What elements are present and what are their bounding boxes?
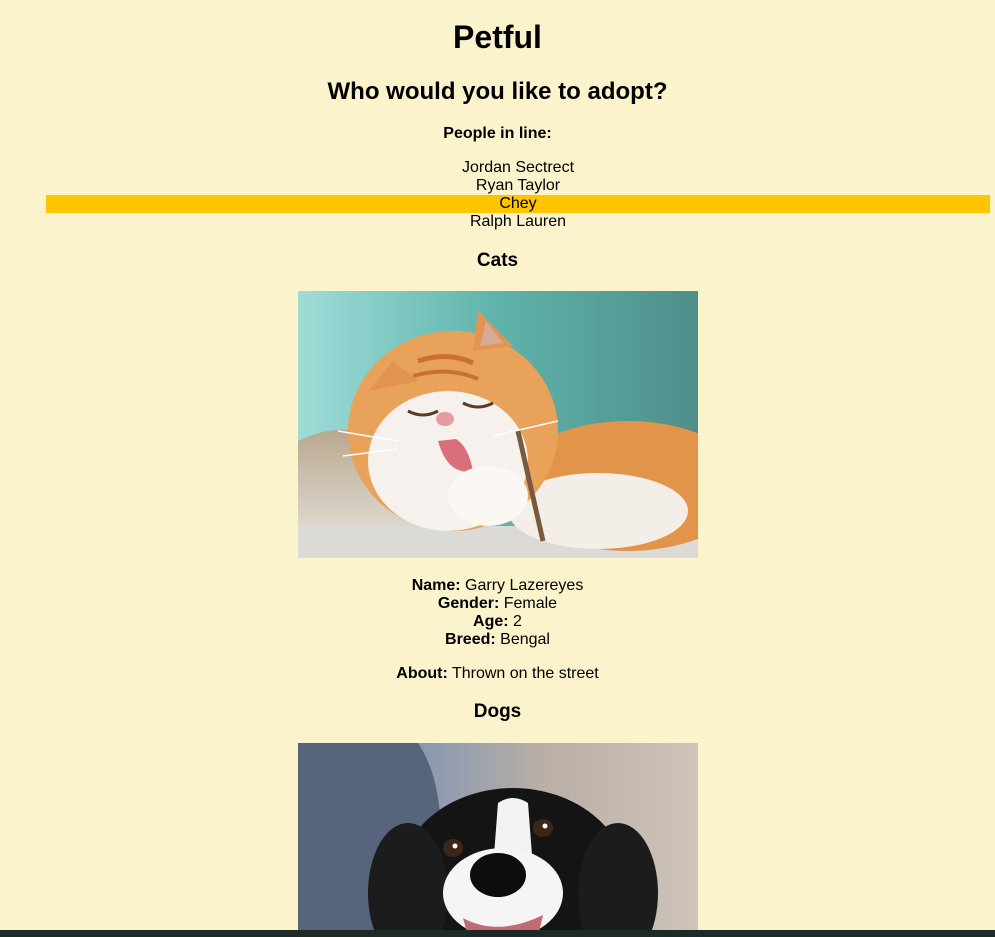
cat-breed-label: Breed: xyxy=(445,631,496,648)
queue-person: Ryan Taylor xyxy=(475,177,561,194)
cat-breed-value: Bengal xyxy=(500,631,550,648)
people-in-line-heading: People in line: xyxy=(443,125,552,142)
people-queue-list: Jordan Sectrect Ryan Taylor Chey Ralph L… xyxy=(46,159,990,231)
cat-name-label: Name: xyxy=(411,577,461,594)
orange-white-cat-photo-icon xyxy=(298,291,698,558)
black-white-dog-photo-icon xyxy=(298,743,698,937)
cat-photo xyxy=(298,291,698,558)
cat-details: Name: Garry Lazereyes Gender: Female Age… xyxy=(0,577,995,649)
cat-about-row: About: Thrown on the street xyxy=(0,665,995,683)
queue-person-current: Chey xyxy=(46,195,990,213)
cat-gender-row: Gender: Female xyxy=(0,595,995,613)
cat-gender-value: Female xyxy=(503,595,558,612)
page-title: Petful xyxy=(453,19,542,55)
page-subtitle: Who would you like to adopt? xyxy=(327,78,668,105)
cat-name-row: Name: Garry Lazereyes xyxy=(0,577,995,595)
cat-breed-row: Breed: Bengal xyxy=(0,631,995,649)
cat-age-label: Age: xyxy=(473,613,509,630)
bottom-strip xyxy=(0,930,995,937)
cat-gender-label: Gender: xyxy=(437,595,500,612)
cat-age-row: Age: 2 xyxy=(0,613,995,631)
dogs-heading: Dogs xyxy=(473,701,522,722)
cats-heading: Cats xyxy=(476,250,519,271)
queue-person: Jordan Sectrect xyxy=(461,159,575,176)
cat-about-value: Thrown on the street xyxy=(451,665,599,682)
cat-name-value: Garry Lazereyes xyxy=(465,577,584,594)
cat-about-label: About: xyxy=(396,665,448,682)
queue-person: Ralph Lauren xyxy=(469,213,567,230)
cat-age-value: 2 xyxy=(513,613,522,630)
page: Petful Who would you like to adopt? Peop… xyxy=(0,0,995,937)
dog-photo xyxy=(298,743,698,937)
